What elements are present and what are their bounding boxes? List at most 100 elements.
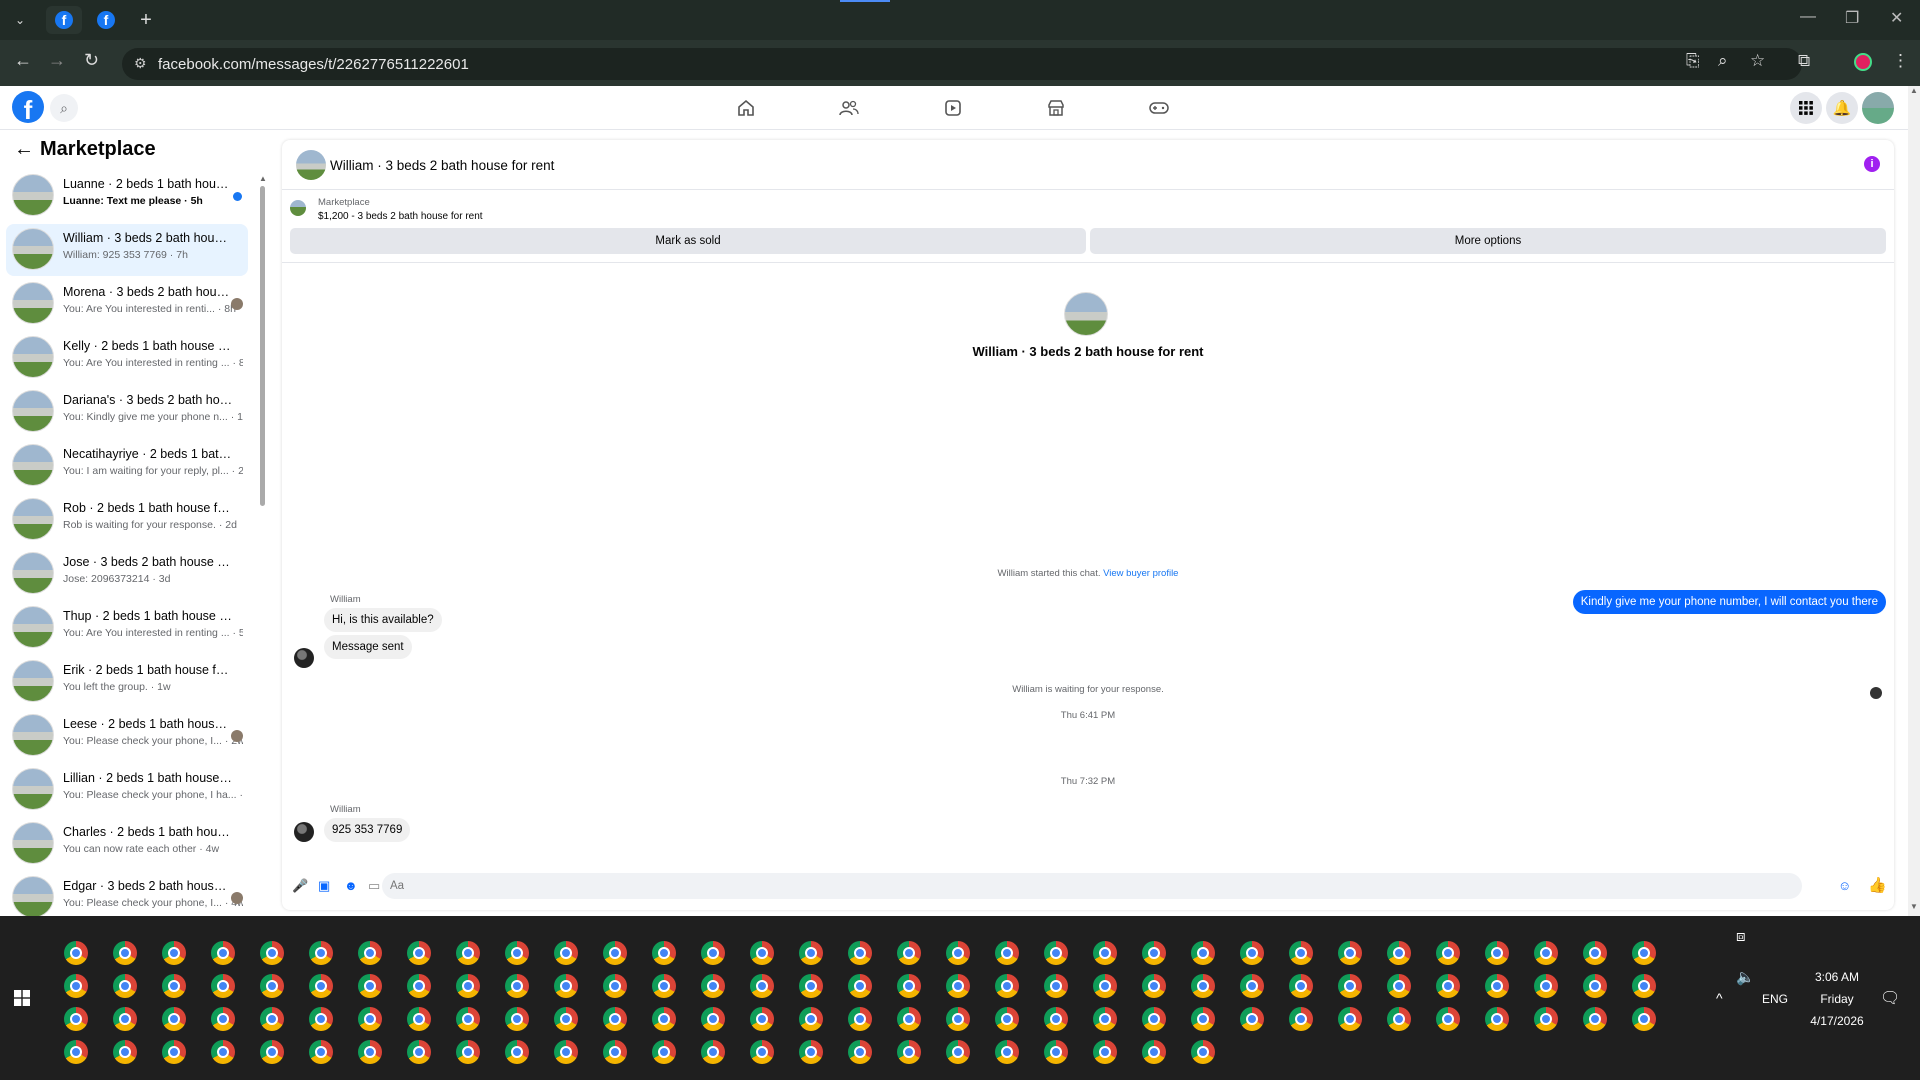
scroll-thumb[interactable] <box>260 186 265 506</box>
chrome-taskbar-icon[interactable] <box>309 1040 333 1064</box>
more-options-button[interactable]: More options <box>1090 228 1886 254</box>
chrome-taskbar-icon[interactable] <box>358 974 382 998</box>
chrome-taskbar-icon[interactable] <box>1044 1040 1068 1064</box>
photo-icon[interactable]: ▣ <box>318 878 330 894</box>
chrome-taskbar-icon[interactable] <box>1485 1007 1509 1031</box>
chrome-taskbar-icon[interactable] <box>799 1040 823 1064</box>
conversation-item[interactable]: Lillian · 2 beds 1 bath house for ... You… <box>6 764 248 816</box>
mark-as-sold-button[interactable]: Mark as sold <box>290 228 1086 254</box>
chrome-taskbar-icon[interactable] <box>1632 974 1656 998</box>
chrome-taskbar-icon[interactable] <box>946 1040 970 1064</box>
desktop-icon[interactable]: ⧈ <box>1736 928 1746 945</box>
clock-day[interactable]: Friday <box>1800 992 1874 1006</box>
chrome-taskbar-icon[interactable] <box>407 974 431 998</box>
chrome-taskbar-icon[interactable] <box>946 1007 970 1031</box>
chrome-taskbar-icon[interactable] <box>407 1007 431 1031</box>
chrome-taskbar-icon[interactable] <box>1289 941 1313 965</box>
chrome-taskbar-icon[interactable] <box>799 974 823 998</box>
conversation-item[interactable]: Dariana's · 3 beds 2 bath house ... You: … <box>6 386 248 438</box>
incoming-message[interactable]: Message sent <box>324 635 412 659</box>
chrome-taskbar-icon[interactable] <box>358 1007 382 1031</box>
chrome-taskbar-icon[interactable] <box>1387 941 1411 965</box>
info-icon[interactable]: i <box>1864 156 1880 172</box>
facebook-logo-icon[interactable]: f <box>12 91 44 123</box>
chrome-taskbar-icon[interactable] <box>162 941 186 965</box>
like-thumb-icon[interactable]: 👍 <box>1868 876 1887 894</box>
chrome-taskbar-icon[interactable] <box>1289 1007 1313 1031</box>
sender-avatar[interactable] <box>294 822 314 842</box>
chrome-taskbar-icon[interactable] <box>113 941 137 965</box>
chrome-taskbar-icon[interactable] <box>652 1007 676 1031</box>
sidebar-scrollbar[interactable]: ▲ ▼ <box>258 174 267 943</box>
chrome-taskbar-icon[interactable] <box>1093 974 1117 998</box>
sender-avatar[interactable] <box>294 648 314 668</box>
chrome-taskbar-icon[interactable] <box>701 974 725 998</box>
chrome-taskbar-icon[interactable] <box>1191 941 1215 965</box>
chrome-taskbar-icon[interactable] <box>995 1007 1019 1031</box>
account-avatar[interactable] <box>1862 92 1894 124</box>
language-indicator[interactable]: ENG <box>1762 992 1788 1006</box>
chrome-taskbar-icon[interactable] <box>260 941 284 965</box>
conversation-item[interactable]: Morena · 3 beds 2 bath hous... You: Are Y… <box>6 278 248 330</box>
back-icon[interactable]: ← <box>14 50 32 71</box>
chrome-taskbar-icon[interactable] <box>1240 974 1264 998</box>
chrome-taskbar-icon[interactable] <box>456 941 480 965</box>
chrome-taskbar-icon[interactable] <box>848 1007 872 1031</box>
chrome-taskbar-icon[interactable] <box>995 1040 1019 1064</box>
bookmark-star-icon[interactable]: ☆ <box>1750 51 1765 71</box>
minimize-icon[interactable]: — <box>1800 8 1816 26</box>
chrome-taskbar-icon[interactable] <box>1534 1007 1558 1031</box>
chrome-taskbar-icon[interactable] <box>505 941 529 965</box>
chrome-taskbar-icon[interactable] <box>162 1007 186 1031</box>
chrome-taskbar-icon[interactable] <box>1387 1007 1411 1031</box>
chrome-taskbar-icon[interactable] <box>1191 974 1215 998</box>
conversation-item[interactable]: Luanne · 2 beds 1 bath house ... Luanne: … <box>6 170 248 222</box>
chrome-taskbar-icon[interactable] <box>162 1040 186 1064</box>
gif-icon[interactable]: ▭ <box>368 878 380 894</box>
friends-icon[interactable] <box>835 96 863 120</box>
chrome-taskbar-icon[interactable] <box>113 1007 137 1031</box>
chrome-taskbar-icon[interactable] <box>1191 1007 1215 1031</box>
chrome-taskbar-icon[interactable] <box>309 941 333 965</box>
close-icon[interactable]: ✕ <box>1890 8 1903 28</box>
listing-thumbnail[interactable] <box>290 200 306 216</box>
chrome-taskbar-icon[interactable] <box>64 1007 88 1031</box>
chrome-taskbar-icon[interactable] <box>211 974 235 998</box>
chrome-taskbar-icon[interactable] <box>64 941 88 965</box>
chrome-taskbar-icon[interactable] <box>603 974 627 998</box>
chrome-taskbar-icon[interactable] <box>113 974 137 998</box>
windows-start-icon[interactable] <box>14 990 30 1006</box>
chrome-taskbar-icon[interactable] <box>505 1040 529 1064</box>
chat-title[interactable]: William · 3 beds 2 bath house for rent <box>330 158 554 173</box>
conversation-item[interactable]: Kelly · 2 beds 1 bath house for r... You:… <box>6 332 248 384</box>
menu-dots-icon[interactable]: ⋮ <box>1892 51 1909 71</box>
outgoing-message[interactable]: Kindly give me your phone number, I will… <box>1572 590 1886 614</box>
restore-icon[interactable]: ❐ <box>1845 8 1859 28</box>
new-tab-icon[interactable]: + <box>132 6 160 34</box>
chrome-taskbar-icon[interactable] <box>260 1040 284 1064</box>
gaming-icon[interactable] <box>1145 96 1173 120</box>
chrome-taskbar-icon[interactable] <box>1142 1007 1166 1031</box>
tab-search-icon[interactable]: ⌄ <box>6 6 34 34</box>
chrome-taskbar-icon[interactable] <box>1191 1040 1215 1064</box>
incoming-message[interactable]: 925 353 7769 <box>324 818 411 842</box>
chrome-taskbar-icon[interactable] <box>946 974 970 998</box>
chrome-taskbar-icon[interactable] <box>1142 941 1166 965</box>
chevron-up-icon[interactable]: ^ <box>1716 990 1723 1006</box>
chat-avatar[interactable] <box>296 150 326 180</box>
chrome-taskbar-icon[interactable] <box>1289 974 1313 998</box>
chrome-taskbar-icon[interactable] <box>799 1007 823 1031</box>
marketplace-icon[interactable] <box>1042 96 1070 120</box>
chrome-taskbar-icon[interactable] <box>1632 941 1656 965</box>
microphone-icon[interactable]: 🎤 <box>292 878 308 894</box>
chrome-taskbar-icon[interactable] <box>1338 974 1362 998</box>
chrome-taskbar-icon[interactable] <box>554 974 578 998</box>
conversation-item[interactable]: Charles · 2 beds 1 bath house fo... You c… <box>6 818 248 870</box>
intro-avatar[interactable] <box>1064 292 1108 336</box>
chrome-taskbar-icon[interactable] <box>1583 974 1607 998</box>
chrome-taskbar-icon[interactable] <box>897 1040 921 1064</box>
extensions-icon[interactable]: ⧉ <box>1798 51 1810 71</box>
chrome-taskbar-icon[interactable] <box>652 974 676 998</box>
chrome-taskbar-icon[interactable] <box>456 1007 480 1031</box>
chrome-taskbar-icon[interactable] <box>1436 1007 1460 1031</box>
